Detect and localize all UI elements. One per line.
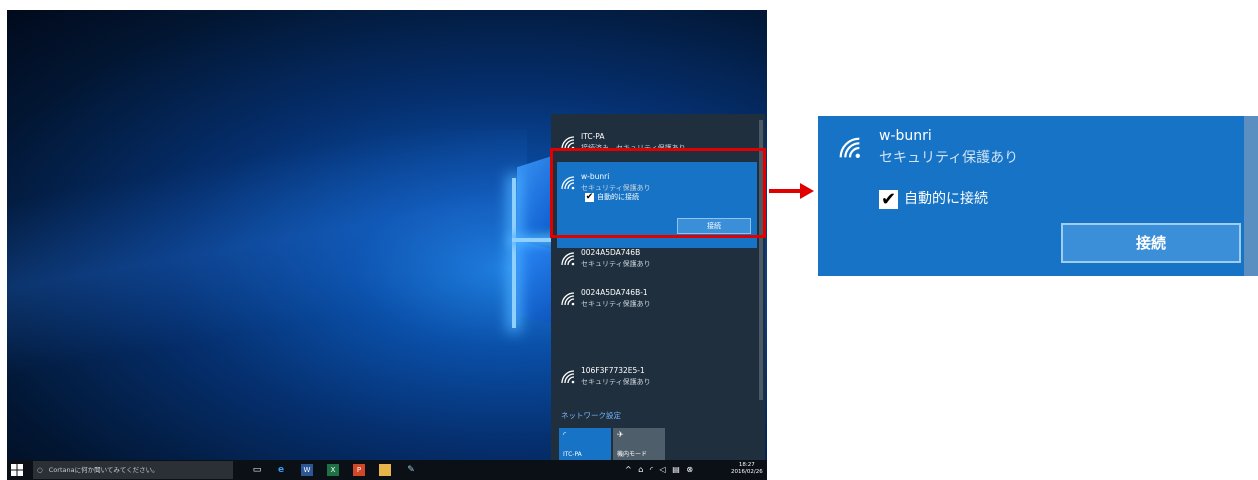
cortana-circle-icon: ○ xyxy=(37,466,43,474)
auto-connect-checkbox[interactable]: ✔ 自動的に接続 xyxy=(879,188,988,209)
system-tray: ^ ⌂ ◜ ◁ ▤ ⊗ xyxy=(625,465,695,474)
clock-time: 18:27 xyxy=(738,462,755,468)
network-name: 0024A5DA746B-1 xyxy=(581,288,648,297)
wifi-icon xyxy=(561,292,575,306)
taskbar: ○ Cortanaに何か聞いてみてください。 ▭ e W X P ✎ ^ ⌂ ◜… xyxy=(7,460,767,480)
wallpaper-window-frame xyxy=(512,178,516,328)
quick-action-label: 機内モード xyxy=(617,451,648,458)
status-icon[interactable]: ⊗ xyxy=(686,465,695,474)
windows-start-icon[interactable] xyxy=(11,464,23,476)
action-center-icon[interactable]: ▤ xyxy=(672,465,682,474)
wifi-icon xyxy=(839,137,860,158)
checkmark-icon: ✔ xyxy=(879,188,898,210)
wifi-icon xyxy=(561,370,575,384)
network-name: 0024A5DA746B xyxy=(581,248,641,257)
search-placeholder: Cortanaに何か聞いてみてください。 xyxy=(48,466,159,474)
word-icon[interactable]: W xyxy=(301,464,313,476)
airplane-icon: ✈ xyxy=(617,430,624,439)
powerpoint-icon[interactable]: P xyxy=(353,464,365,476)
network-name: 106F3F7732E5-1 xyxy=(581,366,645,375)
scrollbar xyxy=(1244,116,1258,276)
callout-arrow-head xyxy=(800,183,814,199)
paint-icon[interactable]: ✎ xyxy=(405,464,417,476)
network-status: セキュリティ保護あり xyxy=(581,300,651,308)
wifi-icon: ◜ xyxy=(563,430,567,439)
volume-icon[interactable]: ◁ xyxy=(660,465,668,474)
file-explorer-icon[interactable] xyxy=(379,464,391,476)
clock-date: 2016/02/26 xyxy=(731,469,763,475)
network-status: セキュリティ保護あり xyxy=(581,260,651,268)
wifi-icon[interactable]: ◜ xyxy=(650,465,655,474)
network-status: セキュリティ保護あり xyxy=(581,378,651,386)
auto-connect-label: 自動的に接続 xyxy=(904,191,988,207)
network-icon[interactable]: ⌂ xyxy=(638,465,645,474)
network-name: w-bunri xyxy=(879,128,932,144)
desktop-screen: ITC-PA 接続済み、セキュリティ保護あり w-bunri セキュリティ保護あ… xyxy=(7,10,767,480)
network-name: ITC-PA xyxy=(581,132,605,141)
wallpaper-light-rays xyxy=(7,130,527,390)
wifi-icon xyxy=(561,252,575,266)
quick-action-label: ITC-PA xyxy=(563,451,582,458)
task-view-icon[interactable]: ▭ xyxy=(251,464,263,476)
quick-action-wifi[interactable]: ◜ ITC-PA xyxy=(559,428,611,460)
network-settings-link[interactable]: ネットワーク設定 xyxy=(561,410,621,421)
highlight-box xyxy=(550,148,766,238)
connect-button[interactable]: 接続 xyxy=(1061,223,1241,263)
quick-action-airplane-mode[interactable]: ✈ 機内モード xyxy=(613,428,665,460)
excel-icon[interactable]: X xyxy=(327,464,339,476)
zoomed-network-panel: w-bunri セキュリティ保護あり ✔ 自動的に接続 接続 xyxy=(818,116,1258,276)
network-status: セキュリティ保護あり xyxy=(879,150,1019,166)
cortana-search-box[interactable]: ○ Cortanaに何か聞いてみてください。 xyxy=(33,461,233,479)
clock[interactable]: 18:27 2016/02/26 xyxy=(731,462,763,476)
chevron-up-icon[interactable]: ^ xyxy=(625,465,634,474)
edge-icon[interactable]: e xyxy=(275,464,287,476)
callout-arrow xyxy=(769,189,801,193)
